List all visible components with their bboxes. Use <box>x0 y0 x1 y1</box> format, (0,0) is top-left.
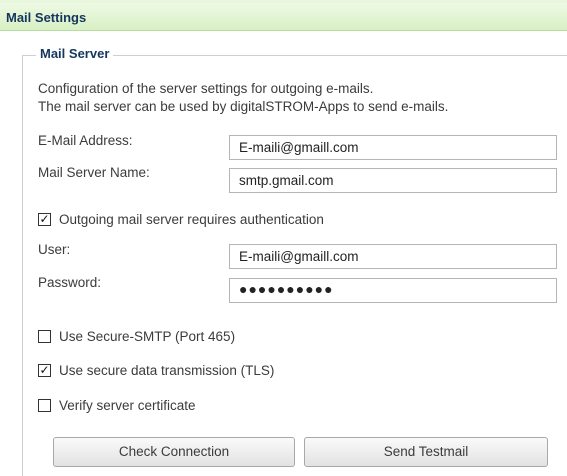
auth-checkbox-label: Outgoing mail server requires authentica… <box>59 212 324 227</box>
description-line-2: The mail server can be used by digitalST… <box>38 99 449 114</box>
server-name-label: Mail Server Name: <box>38 165 150 180</box>
email-label: E-Mail Address: <box>38 133 133 148</box>
send-testmail-button[interactable]: Send Testmail <box>304 437 548 467</box>
verify-cert-checkbox[interactable] <box>38 399 51 412</box>
secure-smtp-checkbox[interactable] <box>38 330 51 343</box>
auth-checkbox[interactable]: ✓ <box>38 213 51 226</box>
fieldset-legend: Mail Server <box>36 46 114 61</box>
user-label: User: <box>38 242 71 257</box>
user-field[interactable]: E-maili@gmaill.com <box>229 244 557 269</box>
tls-checkbox-label: Use secure data transmission (TLS) <box>59 363 275 378</box>
description-line-1: Configuration of the server settings for… <box>38 81 374 96</box>
password-label: Password: <box>38 275 102 290</box>
header-accent <box>0 0 567 3</box>
secure-smtp-checkbox-label: Use Secure-SMTP (Port 465) <box>59 329 236 344</box>
email-field[interactable]: E-maili@gmaill.com <box>229 135 557 160</box>
verify-cert-checkbox-label: Verify server certificate <box>59 398 196 413</box>
server-name-field[interactable]: smtp.gmail.com <box>229 168 557 193</box>
password-field[interactable]: ●●●●●●●●●● <box>229 278 557 303</box>
panel-title: Mail Settings <box>6 10 87 25</box>
check-connection-button[interactable]: Check Connection <box>53 437 295 467</box>
tls-checkbox[interactable]: ✓ <box>38 364 51 377</box>
panel-header: Mail Settings <box>0 0 567 31</box>
